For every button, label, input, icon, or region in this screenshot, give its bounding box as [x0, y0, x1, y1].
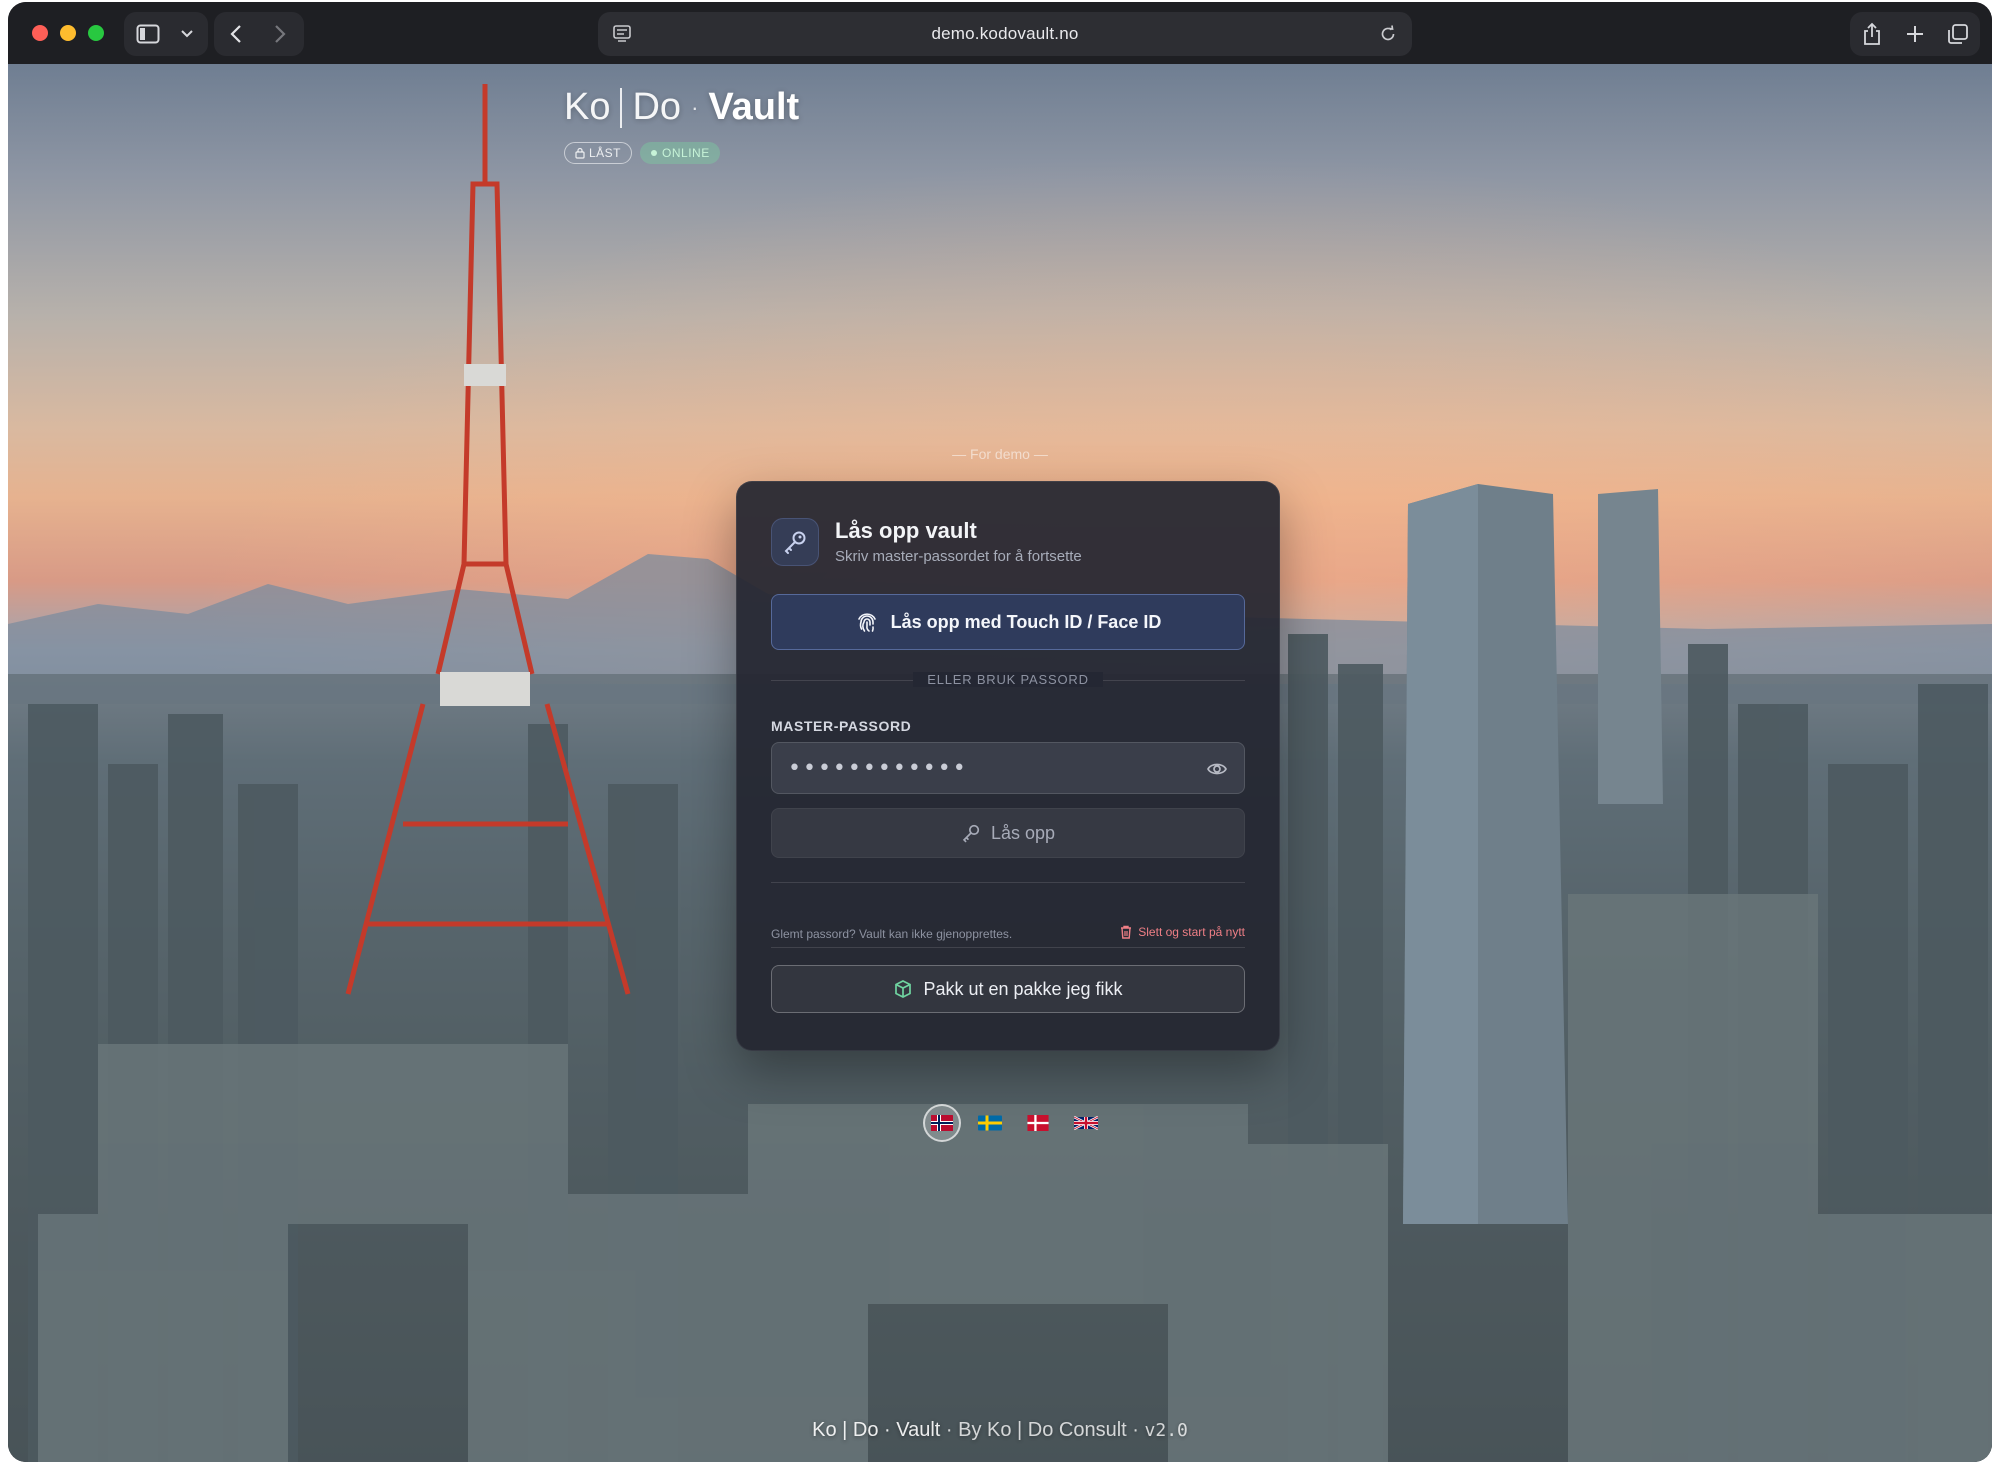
trash-icon	[1121, 925, 1132, 939]
footer-separator: ·	[1132, 1419, 1139, 1441]
master-password-input[interactable]	[772, 743, 1244, 793]
reset-vault-label: Slett og start på nytt	[1138, 925, 1245, 939]
biometric-unlock-button[interactable]: Lås opp med Touch ID / Face ID	[771, 594, 1245, 650]
key-icon	[784, 531, 806, 554]
locked-status-badge: LÅST	[564, 142, 633, 164]
footer-brand: Ko | Do · Vault	[812, 1419, 941, 1441]
chevron-left-icon	[230, 25, 241, 43]
language-option-se[interactable]	[971, 1104, 1009, 1142]
window-controls	[32, 25, 104, 41]
chevron-right-icon	[275, 25, 286, 43]
unlock-card: Lås opp vault Skriv master-passordet for…	[736, 481, 1280, 1051]
online-status-badge: ONLINE	[640, 142, 720, 164]
status-badges: LÅST ONLINE	[564, 142, 720, 164]
language-option-gb[interactable]	[1067, 1104, 1105, 1142]
language-option-dk[interactable]	[1019, 1104, 1057, 1142]
eye-icon[interactable]	[1206, 758, 1228, 780]
brand-part-ko: Ko	[564, 86, 611, 128]
address-bar[interactable]: demo.kodovault.no	[598, 12, 1412, 56]
reload-icon[interactable]	[1378, 24, 1398, 44]
or-divider: ELLER BRUK PASSORD	[737, 671, 1279, 689]
biometric-unlock-label: Lås opp med Touch ID / Face ID	[890, 611, 1162, 632]
card-title: Lås opp vault	[835, 518, 977, 543]
locked-status-label: LÅST	[589, 146, 622, 160]
url-text[interactable]: demo.kodovault.no	[931, 24, 1078, 44]
footer-by[interactable]: By Ko | Do Consult	[958, 1419, 1127, 1441]
brand-part-vault: Vault	[708, 86, 800, 128]
share-icon	[1863, 22, 1880, 45]
sidebar-menu-button[interactable]	[172, 12, 202, 56]
card-separator	[771, 882, 1245, 883]
sidebar-toggle-button[interactable]	[124, 12, 172, 56]
card-separator	[771, 947, 1245, 948]
demo-note: — For demo —	[952, 446, 1048, 462]
unlock-button-label: Lås opp	[990, 822, 1056, 843]
plus-icon	[1906, 26, 1923, 42]
forward-button[interactable]	[258, 12, 302, 56]
or-divider-label: ELLER BRUK PASSORD	[913, 672, 1103, 687]
master-password-field	[771, 742, 1245, 794]
share-button[interactable]	[1852, 12, 1892, 56]
lock-icon	[575, 147, 585, 159]
card-subtitle: Skriv master-passordet for å fortsette	[835, 548, 1082, 565]
close-window-button[interactable]	[32, 25, 48, 41]
key-badge	[771, 518, 819, 566]
brand-separator	[620, 87, 623, 128]
tab-overview-icon	[1948, 24, 1969, 44]
unlock-button[interactable]: Lås opp	[771, 808, 1245, 858]
page-viewport: Ko Do · Vault LÅST ONLINE — For demo — L…	[8, 64, 1992, 1462]
sweden-flag-icon	[978, 1115, 1002, 1131]
unpack-package-label: Pakk ut en pakke jeg fikk	[923, 978, 1123, 999]
denmark-flag-icon	[1027, 1115, 1049, 1131]
minimize-window-button[interactable]	[60, 25, 76, 41]
unpack-package-button[interactable]: Pakk ut en pakke jeg fikk	[771, 965, 1245, 1013]
forgot-password-note: Glemt passord? Vault kan ikke gjenoppret…	[771, 927, 1013, 941]
page-settings-icon[interactable]	[612, 24, 632, 44]
zoom-window-button[interactable]	[88, 25, 104, 41]
footer-separator: ·	[945, 1419, 953, 1441]
new-tab-button[interactable]	[1895, 12, 1935, 56]
package-icon	[895, 980, 912, 998]
brand-dot: ·	[691, 94, 699, 120]
reset-vault-link[interactable]: Slett og start på nytt	[1120, 925, 1245, 939]
fingerprint-icon	[857, 613, 876, 632]
window-actions-group	[1850, 12, 1980, 56]
sidebar-control-group	[124, 12, 208, 56]
language-option-no[interactable]	[923, 1104, 961, 1142]
brand-part-do: Do	[632, 86, 682, 128]
browser-toolbar: demo.kodovault.no	[8, 2, 1992, 64]
norway-flag-icon	[931, 1115, 953, 1131]
master-password-label: MASTER-PASSORD	[771, 718, 912, 734]
sidebar-icon	[136, 24, 160, 44]
page-footer: Ko | Do · Vault · By Ko | Do Consult · v…	[8, 1419, 1992, 1442]
footer-version: v2.0	[1144, 1420, 1188, 1441]
key-icon	[962, 824, 980, 843]
online-status-label: ONLINE	[662, 146, 710, 160]
status-dot-icon	[651, 150, 658, 156]
uk-flag-icon	[1074, 1115, 1098, 1131]
tab-overview-button[interactable]	[1938, 12, 1978, 56]
browser-window: demo.kodovault.no Ko Do · Vault LÅST ONL…	[8, 2, 1992, 1462]
navigation-group	[214, 12, 304, 56]
back-button[interactable]	[214, 12, 258, 56]
chevron-down-icon	[181, 30, 193, 38]
language-selector	[923, 1104, 1105, 1142]
brand-logo: Ko Do · Vault	[564, 86, 799, 129]
